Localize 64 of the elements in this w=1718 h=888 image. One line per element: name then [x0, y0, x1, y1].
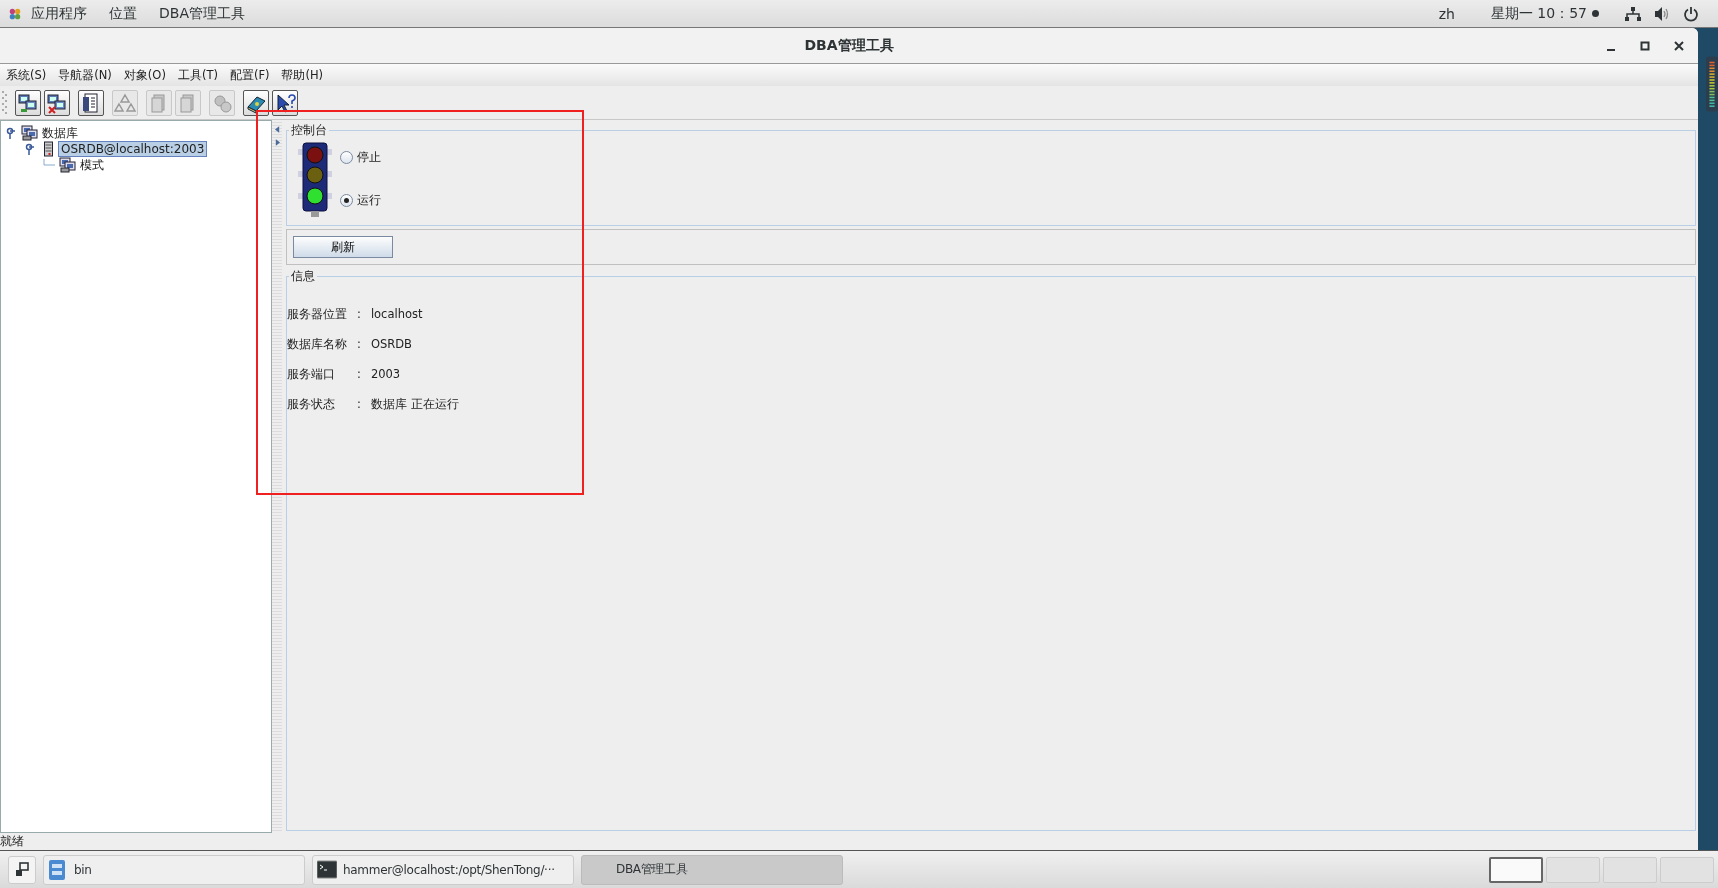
refresh-button[interactable]: 刷新 — [293, 236, 393, 258]
power-icon[interactable] — [1683, 5, 1699, 22]
volume-icon[interactable] — [1654, 5, 1670, 22]
tree-item[interactable]: OSRDB@localhost:2003 — [59, 142, 207, 156]
top-menu[interactable]: DBA管理工具 — [159, 4, 245, 23]
computer-icon — [46, 91, 68, 114]
tree-item[interactable]: 数据库 — [40, 124, 80, 142]
taskbar-button[interactable]: hammer@localhost:/opt/ShenTong/··· — [312, 854, 574, 885]
close-icon[interactable] — [1674, 40, 1684, 51]
toolbar-button[interactable] — [44, 89, 70, 116]
group-title: 信息 — [290, 268, 316, 285]
info-value: 2003 — [370, 367, 402, 382]
network-icon[interactable] — [1625, 5, 1641, 22]
colon-separator: : — [357, 367, 361, 382]
colon-separator: : — [357, 307, 361, 322]
menu-item[interactable]: 导航器(N) — [58, 67, 112, 83]
group-title: 控制台 — [290, 122, 328, 139]
info-label: 数据库名称 — [287, 337, 347, 352]
tree-item[interactable]: 模式 — [78, 156, 106, 174]
colon-separator: : — [357, 337, 361, 352]
show-desktop-button[interactable] — [8, 855, 36, 884]
windows-icon — [15, 862, 29, 877]
taskbar-button[interactable]: bin — [43, 854, 305, 885]
database-icon — [59, 157, 76, 173]
info-value: localhost — [370, 307, 424, 322]
workspace-button[interactable] — [1489, 856, 1543, 883]
taskbar-button[interactable]: DBA管理工具 — [581, 854, 843, 885]
info-value: OSRDB — [370, 337, 413, 352]
info-label: 服务器位置 — [287, 307, 347, 322]
input-method[interactable]: zh — [1438, 5, 1455, 22]
terminal-icon — [317, 858, 337, 881]
menu-item[interactable]: 系统(S) — [6, 67, 47, 83]
tree-handle-icon[interactable] — [24, 143, 36, 155]
expand-right-icon[interactable] — [274, 139, 280, 146]
collapse-left-icon[interactable] — [274, 126, 280, 133]
radio-label[interactable]: 运行 — [357, 192, 381, 209]
info-label: 服务端口 — [287, 367, 336, 382]
folder-icon — [48, 858, 68, 881]
clock[interactable]: 星期一 10：57 — [1490, 4, 1587, 23]
toolbar-button[interactable] — [78, 89, 104, 116]
toolbar-grip-icon[interactable] — [2, 91, 7, 114]
tree-handle-icon[interactable] — [5, 127, 17, 139]
menu-item[interactable]: 对象(O) — [123, 67, 166, 83]
activities-icon[interactable] — [8, 6, 22, 21]
toolbar-button[interactable] — [243, 89, 269, 116]
database-icon — [21, 125, 38, 141]
top-menu[interactable]: 位置 — [109, 4, 137, 23]
window-title: DBA管理工具 — [803, 36, 895, 55]
status-text: 就绪 — [0, 834, 24, 848]
computer-icon — [17, 91, 39, 114]
toolbar-button[interactable] — [272, 89, 298, 116]
info-label: 服务状态 — [287, 397, 336, 412]
radio-button[interactable] — [340, 194, 353, 207]
toolbar-button[interactable] — [15, 89, 41, 116]
menu-item[interactable]: 工具(T) — [177, 67, 218, 83]
menu-item[interactable]: 配置(F) — [229, 67, 270, 83]
maximize-icon[interactable] — [1640, 40, 1650, 51]
top-menu[interactable]: 应用程序 — [31, 4, 87, 23]
info-value: 数据库 正在运行 — [370, 397, 459, 412]
notification-dot-icon — [1592, 10, 1599, 17]
radio-button[interactable] — [340, 151, 353, 164]
colon-separator: : — [357, 397, 361, 412]
menu-item[interactable]: 帮助(H) — [281, 67, 324, 83]
radio-label[interactable]: 停止 — [357, 149, 381, 166]
